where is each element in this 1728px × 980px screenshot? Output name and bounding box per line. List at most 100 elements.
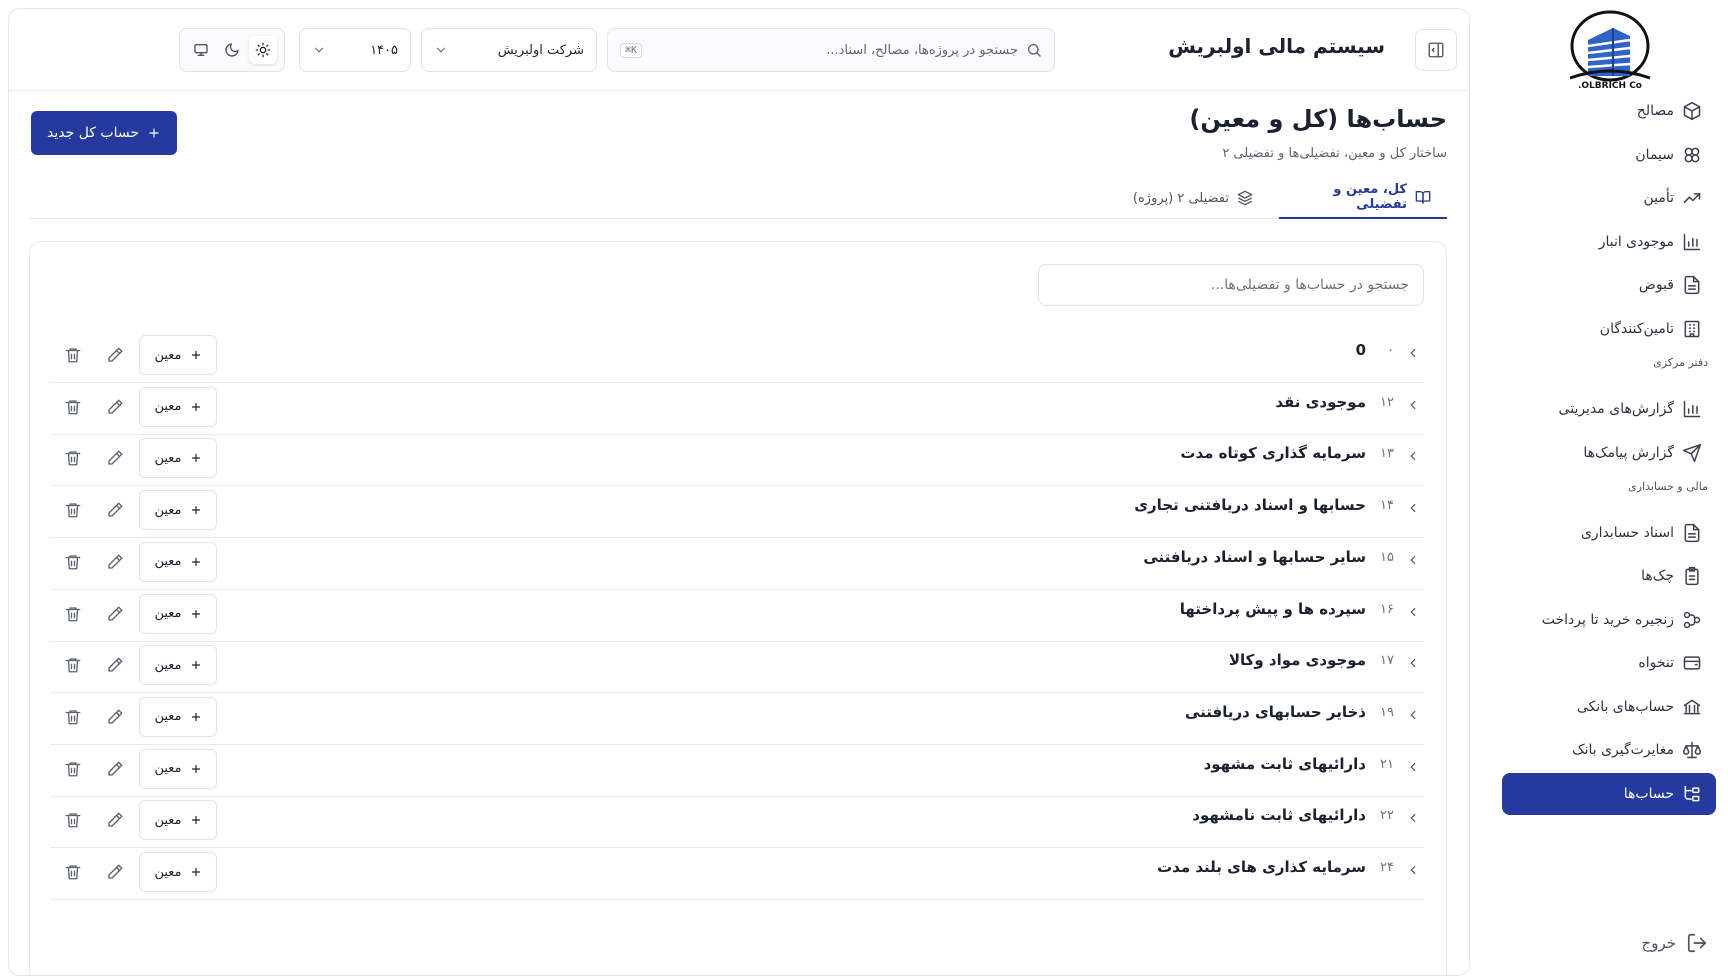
sidebar-item-4[interactable]: قبوض	[1502, 264, 1716, 306]
tab-label: تفضیلی ۲ (پروژه)	[1132, 190, 1229, 206]
account-name: ذخایر حسابهای دریافتنی	[1184, 702, 1366, 721]
main-panel: سیستم مالی اولبریش جستجو در پروژه‌ها، مص…	[8, 8, 1470, 976]
add-subaccount-button[interactable]: معین	[139, 852, 217, 892]
edit-icon[interactable]	[106, 656, 124, 674]
tab-label: کل، معین و تفضیلی	[1333, 182, 1407, 212]
add-subaccount-button[interactable]: معین	[139, 645, 217, 686]
trash-icon[interactable]	[64, 346, 82, 364]
sidebar-item-5[interactable]: تامین‌کنندگان	[1502, 308, 1716, 350]
new-account-button[interactable]: حساب کل جدید	[31, 111, 177, 155]
add-subaccount-label: معین	[154, 657, 182, 673]
trash-icon[interactable]	[64, 863, 82, 881]
trash-icon[interactable]	[64, 553, 82, 571]
trash-icon[interactable]	[64, 449, 82, 467]
trash-icon[interactable]	[64, 398, 82, 416]
global-search[interactable]: جستجو در پروژه‌ها، مصالح، اسناد... K⌘	[607, 28, 1055, 72]
sidebar-item-7[interactable]: گزارش پیامک‌ها	[1502, 432, 1716, 474]
trash-icon[interactable]	[64, 708, 82, 726]
sidebar-item-13[interactable]: مغایرت‌گیری بانک	[1502, 729, 1716, 771]
chevron-left-icon[interactable]	[1406, 398, 1420, 412]
edit-icon[interactable]	[106, 811, 124, 829]
add-subaccount-button[interactable]: معین	[139, 593, 217, 634]
edit-icon[interactable]	[106, 708, 124, 726]
system-theme-button[interactable]	[187, 36, 215, 64]
company-logo[interactable]: OLBRICH Co.	[1558, 6, 1658, 92]
trash-icon[interactable]	[64, 656, 82, 674]
chevron-left-icon[interactable]	[1406, 708, 1420, 722]
chevron-left-icon[interactable]	[1406, 346, 1420, 360]
table-row[interactable]: ۱۲ موجودی نقد معین	[50, 378, 1424, 435]
table-row[interactable]: ۲۲ دارائیهای ثابت نامشهود معین	[50, 791, 1424, 849]
account-code: ۱۳	[1380, 446, 1394, 462]
light-theme-button[interactable]	[248, 36, 277, 64]
sidebar-toggle-button[interactable]	[1415, 29, 1457, 71]
add-subaccount-button[interactable]: معین	[139, 438, 217, 479]
table-row[interactable]: ۱۹ ذخایر حسابهای دریافتنی معین	[50, 688, 1424, 745]
bar-chart-icon	[1682, 232, 1702, 252]
trash-icon[interactable]	[64, 605, 82, 623]
edit-icon[interactable]	[106, 863, 124, 881]
sidebar-item-9[interactable]: چک‌ها	[1502, 555, 1716, 597]
table-row[interactable]: ۱۶ سپرده ها و پیش پرداختها معین	[50, 585, 1424, 642]
logout-button[interactable]: خروج	[1642, 932, 1708, 954]
add-subaccount-label: معین	[154, 554, 182, 570]
sidebar-item-2[interactable]: تأمین	[1502, 177, 1716, 219]
account-code: ۲۲	[1380, 808, 1394, 824]
chevron-left-icon[interactable]	[1406, 811, 1420, 825]
add-subaccount-button[interactable]: معین	[139, 541, 217, 582]
company-select[interactable]: شرکت اولبریش	[421, 28, 597, 72]
chevron-left-icon[interactable]	[1406, 605, 1420, 619]
sidebar-item-11[interactable]: تنخواه	[1502, 642, 1716, 684]
sidebar-item-8[interactable]: اسناد حسابداری	[1502, 512, 1716, 554]
account-name: سرمایه کذاری های بلند مدت	[1157, 858, 1366, 876]
edit-icon[interactable]	[106, 346, 124, 364]
edit-icon[interactable]	[106, 553, 124, 571]
add-subaccount-label: معین	[154, 450, 182, 466]
table-row[interactable]: ۱۴ حسابها و اسناد دریافتنی تجاری معین	[50, 481, 1424, 539]
sidebar-item-0[interactable]: مصالح	[1502, 90, 1716, 132]
nav-section-central-office: دفتر مرکزی	[1653, 356, 1708, 369]
plus-icon	[190, 452, 202, 464]
edit-icon[interactable]	[106, 501, 124, 519]
table-row[interactable]: ۱۷ موجودی مواد وکالا معین	[50, 636, 1424, 694]
tab-project-details[interactable]: تفضیلی ۲ (پروژه)	[1117, 177, 1269, 219]
sidebar-item-12[interactable]: حساب‌های بانکی	[1502, 686, 1716, 728]
tab-general-ledger[interactable]: کل، معین و تفضیلی	[1279, 177, 1447, 219]
chevron-left-icon[interactable]	[1406, 501, 1420, 515]
add-subaccount-button[interactable]: معین	[139, 800, 217, 841]
add-subaccount-button[interactable]: معین	[139, 386, 217, 427]
add-subaccount-button[interactable]: معین	[139, 490, 217, 531]
sidebar-item-1[interactable]: سیمان	[1502, 134, 1716, 176]
account-code: ۰	[1387, 343, 1394, 358]
accounts-search-input[interactable]	[1038, 264, 1424, 306]
year-select[interactable]: ۱۴۰۵	[299, 28, 411, 72]
table-row[interactable]: ۱۳ سرمایه گذاری کوتاه مدت معین	[50, 429, 1424, 487]
table-row[interactable]: ۱۵ سایر حسابها و اسناد دریافتنی معین	[50, 533, 1424, 590]
add-subaccount-button[interactable]: معین	[139, 748, 217, 789]
edit-icon[interactable]	[106, 605, 124, 623]
chevron-left-icon[interactable]	[1406, 449, 1420, 463]
company-select-value: شرکت اولبریش	[497, 42, 584, 58]
chevron-left-icon[interactable]	[1406, 553, 1420, 567]
dark-theme-button[interactable]	[218, 36, 246, 64]
sidebar-item-6[interactable]: گزارش‌های مدیریتی	[1502, 388, 1716, 430]
add-subaccount-button[interactable]: معین	[139, 696, 217, 737]
trash-icon[interactable]	[64, 760, 82, 778]
trash-icon[interactable]	[64, 811, 82, 829]
sidebar-item-10[interactable]: زنجیره خرید تا پرداخت	[1502, 599, 1716, 641]
sidebar-item-14[interactable]: حساب‌ها	[1502, 773, 1716, 815]
table-row[interactable]: ۰ 0 معین	[50, 326, 1424, 383]
table-row[interactable]: ۲۱ دارائیهای ثابت مشهود معین	[50, 740, 1424, 797]
app-title: سیستم مالی اولبریش	[1168, 34, 1385, 58]
tree-icon	[1682, 784, 1702, 804]
table-row[interactable]: ۲۴ سرمایه کذاری های بلند مدت معین	[50, 843, 1424, 900]
chevron-left-icon[interactable]	[1406, 760, 1420, 774]
edit-icon[interactable]	[106, 760, 124, 778]
edit-icon[interactable]	[106, 398, 124, 416]
chevron-left-icon[interactable]	[1406, 656, 1420, 670]
add-subaccount-button[interactable]: معین	[139, 335, 217, 375]
edit-icon[interactable]	[106, 449, 124, 467]
chevron-left-icon[interactable]	[1406, 863, 1420, 877]
trash-icon[interactable]	[64, 501, 82, 519]
sidebar-item-3[interactable]: موجودی انبار	[1502, 221, 1716, 263]
